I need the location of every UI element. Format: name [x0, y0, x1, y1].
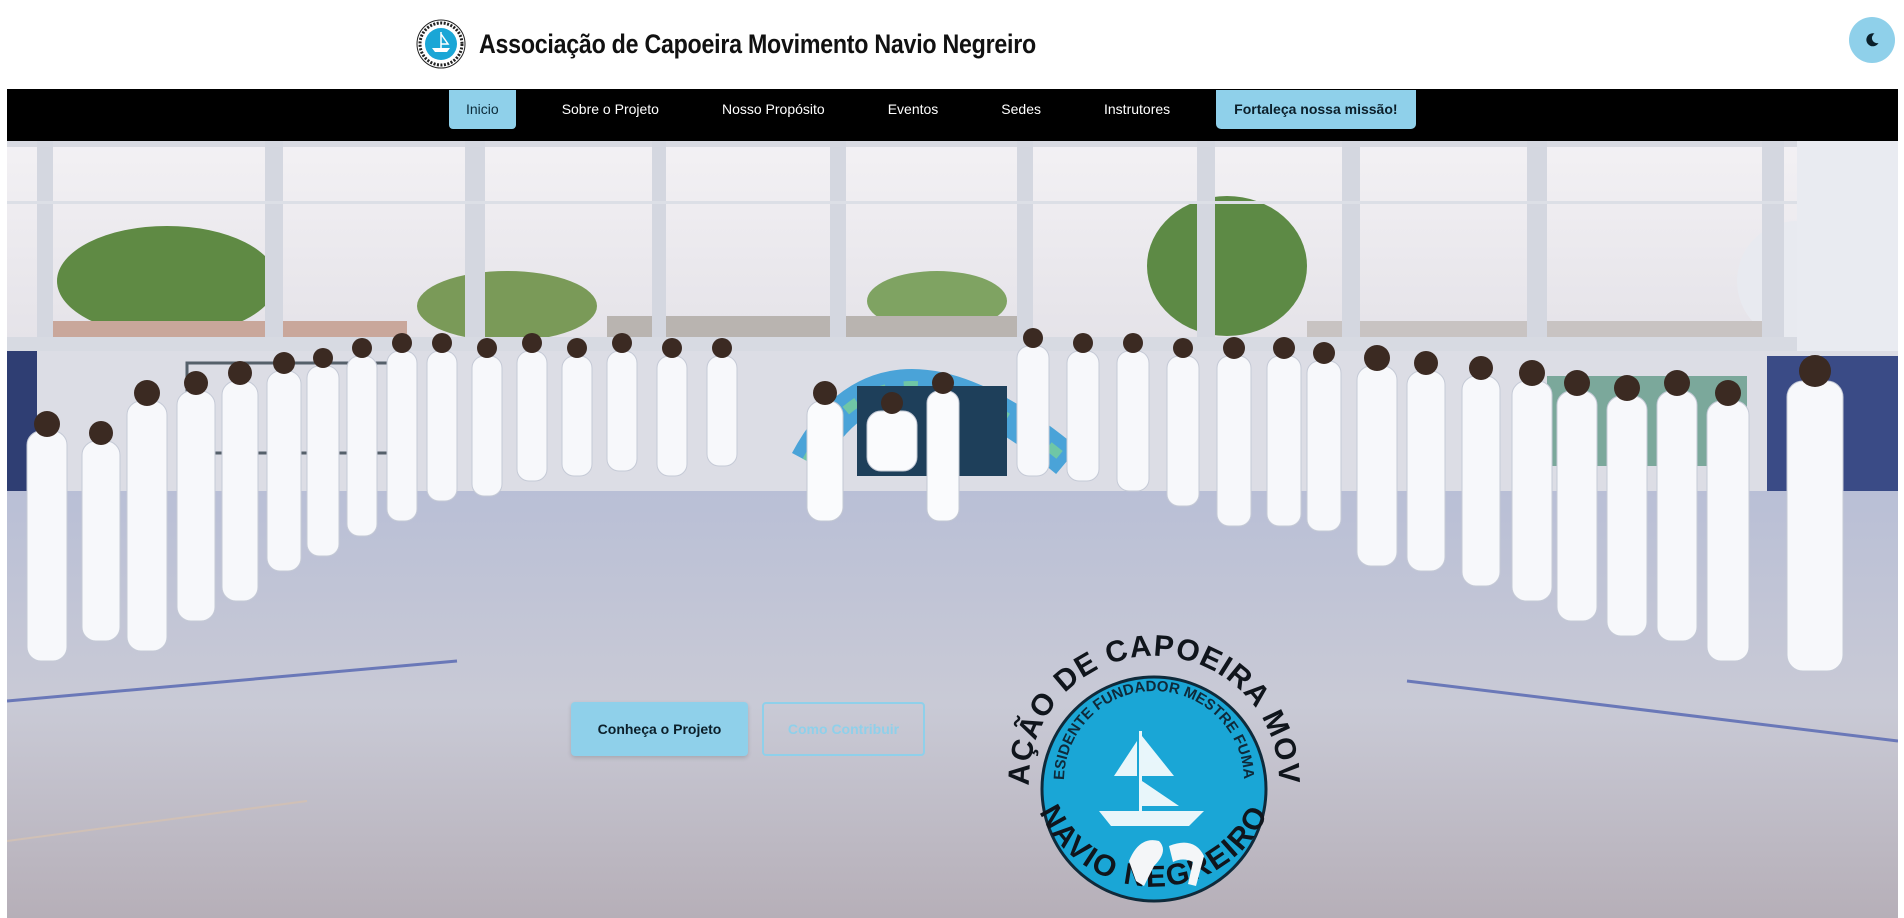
conheca-o-projeto-button[interactable]: Conheça o Projeto [571, 702, 748, 756]
site-title: Associação de Capoeira Movimento Navio N… [479, 28, 1036, 59]
site-header: Associação de Capoeira Movimento Navio N… [7, 0, 1898, 89]
page: Associação de Capoeira Movimento Navio N… [7, 0, 1898, 918]
association-emblem-logo: ASSOCIAÇÃO DE CAPOEIRA MOVIMENTO PRESIDE… [989, 611, 1304, 903]
moon-icon [1866, 33, 1879, 47]
nav-item-eventos[interactable]: Eventos [871, 90, 956, 129]
theme-toggle-button[interactable] [1849, 17, 1895, 63]
nav-item-sedes[interactable]: Sedes [984, 90, 1058, 129]
nav-cta-button[interactable]: Fortaleça nossa missão! [1216, 89, 1416, 129]
nav-items: Inicio Sobre o Projeto Nosso Propósito E… [449, 89, 1416, 129]
hero-section: Conheça o Projeto Como Contribuir ASSOCI… [7, 141, 1898, 918]
nav-item-nosso-proposito[interactable]: Nosso Propósito [705, 90, 842, 129]
nav-item-sobre-o-projeto[interactable]: Sobre o Projeto [545, 90, 676, 129]
main-navigation: Inicio Sobre o Projeto Nosso Propósito E… [7, 89, 1898, 141]
como-contribuir-button[interactable]: Como Contribuir [762, 702, 925, 756]
brand[interactable]: Associação de Capoeira Movimento Navio N… [415, 16, 1127, 72]
nav-item-instrutores[interactable]: Instrutores [1087, 90, 1187, 129]
association-logo-icon [416, 19, 466, 69]
hero-background-photo [7, 141, 1898, 918]
nav-item-inicio[interactable]: Inicio [449, 89, 516, 129]
